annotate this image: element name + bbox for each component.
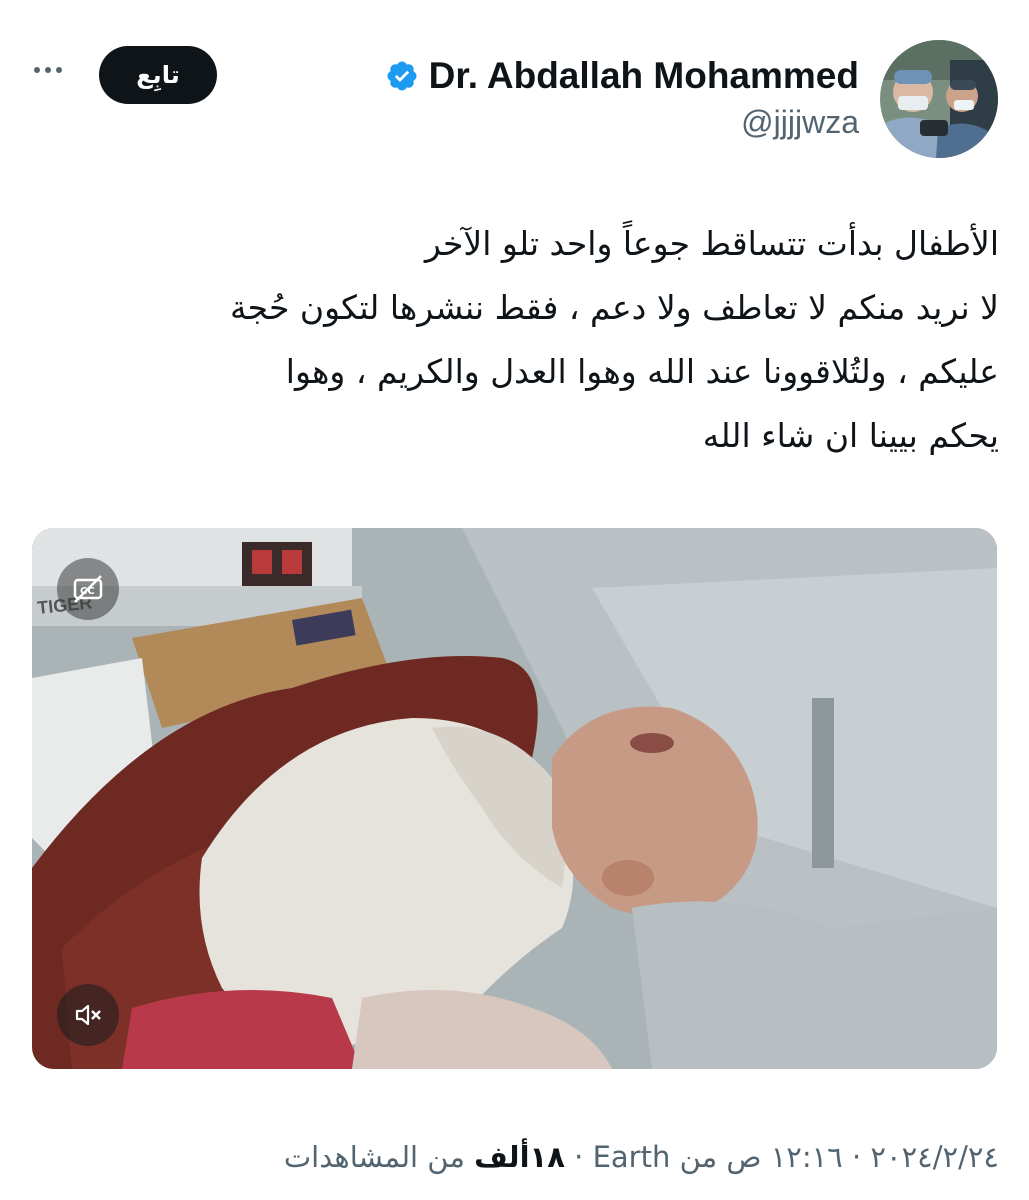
avatar-photo-icon — [880, 40, 998, 158]
user-handle[interactable]: @jjjjwza — [741, 104, 859, 141]
tweet-source: من Earth — [592, 1140, 718, 1174]
tweet-video[interactable]: TIGER CC — [32, 528, 997, 1069]
avatar[interactable] — [880, 40, 998, 158]
follow-button[interactable]: تابِع — [99, 46, 217, 104]
meta-separator: · — [574, 1140, 584, 1174]
video-frame: TIGER — [32, 528, 997, 1069]
display-name: Dr. Abdallah Mohammed — [428, 55, 859, 96]
views-count[interactable]: ١٨ألف — [474, 1140, 565, 1174]
speaker-muted-icon — [75, 1004, 101, 1026]
mute-button[interactable] — [57, 984, 119, 1046]
captions-button[interactable]: CC — [57, 558, 119, 620]
tweet-line: لا نريد منكم لا تعاطف ولا دعم ، فقط ننشر… — [229, 288, 999, 327]
verified-badge-icon — [387, 61, 417, 91]
tweet-meta: ٢٠٢٤/٢/٢٤ · ١٢:١٦ ص من Earth · ١٨ألف من … — [284, 1140, 999, 1174]
captions-off-icon: CC — [73, 575, 103, 603]
author-name-row[interactable]: Dr. Abdallah Mohammed — [385, 52, 859, 100]
tweet-date[interactable]: ٢٠٢٤/٢/٢٤ — [870, 1140, 999, 1174]
views-label: من المشاهدات — [283, 1140, 465, 1174]
meta-separator: · — [851, 1140, 862, 1174]
tweet-text: الأطفال بدأت تتساقط جوعاً واحد تلو الآخر… — [30, 212, 999, 468]
tweet-line: يحكم بيينا ان شاء الله — [702, 416, 999, 455]
more-options-icon[interactable] — [28, 58, 68, 82]
tweet-time[interactable]: ١٢:١٦ ص — [726, 1140, 842, 1174]
tweet-line: الأطفال بدأت تتساقط جوعاً واحد تلو الآخر — [424, 224, 999, 263]
tweet-line: عليكم ، ولتُلاقوونا عند الله وهوا العدل … — [285, 352, 999, 391]
